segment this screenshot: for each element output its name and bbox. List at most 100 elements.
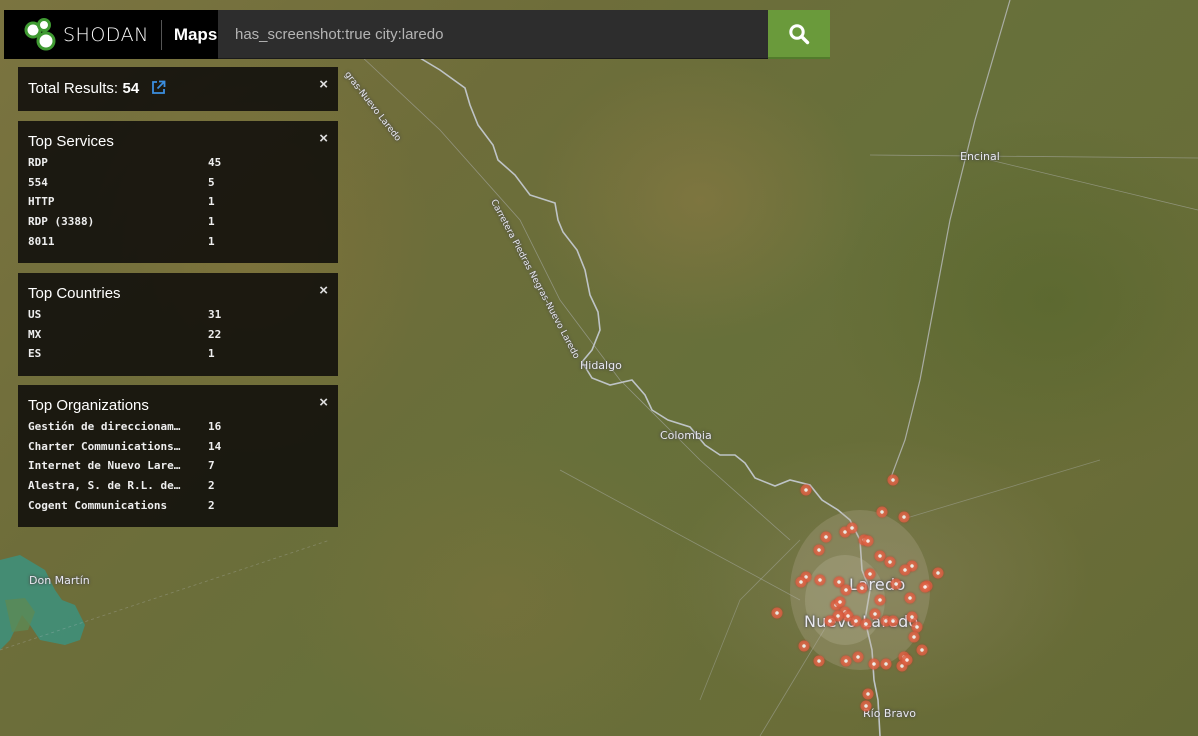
stat-key: Gestión de direccionam… bbox=[28, 420, 181, 434]
stat-value: 2 bbox=[208, 479, 215, 493]
stat-key: Internet de Nuevo Lare… bbox=[28, 459, 181, 473]
result-marker[interactable] bbox=[862, 535, 874, 547]
stat-row[interactable]: 554 5 bbox=[28, 173, 328, 193]
result-marker[interactable] bbox=[860, 618, 872, 630]
result-marker[interactable] bbox=[899, 564, 911, 576]
road bbox=[699, 539, 801, 701]
stat-key: Charter Communications… bbox=[28, 439, 181, 453]
stat-value: 1 bbox=[208, 195, 215, 209]
stat-value: 2 bbox=[208, 498, 215, 512]
stat-row[interactable]: Gestión de direccionam… 16 bbox=[28, 417, 328, 437]
total-results-label: Total Results: bbox=[28, 80, 119, 97]
result-marker[interactable] bbox=[898, 511, 910, 523]
result-marker[interactable] bbox=[932, 567, 944, 579]
stat-row[interactable]: RDP (3388) 1 bbox=[28, 212, 328, 232]
road bbox=[899, 459, 1101, 521]
stat-value: 16 bbox=[208, 420, 222, 434]
result-marker[interactable] bbox=[852, 651, 864, 663]
stat-row[interactable]: 8011 1 bbox=[28, 231, 328, 251]
stat-value: 7 bbox=[208, 459, 215, 473]
stat-key: 554 bbox=[28, 175, 48, 189]
external-link-icon[interactable] bbox=[151, 80, 166, 100]
stat-row[interactable]: Cogent Communications 2 bbox=[28, 495, 328, 515]
result-marker[interactable] bbox=[904, 592, 916, 604]
result-marker[interactable] bbox=[916, 644, 928, 656]
result-marker[interactable] bbox=[795, 576, 807, 588]
top-countries-panel: Top Countries × US 31 MX 22 ES 1 bbox=[18, 273, 338, 376]
road bbox=[359, 54, 791, 541]
road bbox=[889, 0, 1011, 481]
result-marker[interactable] bbox=[884, 556, 896, 568]
road bbox=[869, 154, 1198, 159]
result-marker[interactable] bbox=[840, 584, 852, 596]
close-icon[interactable]: × bbox=[319, 395, 328, 410]
result-marker[interactable] bbox=[868, 658, 880, 670]
result-marker[interactable] bbox=[814, 574, 826, 586]
close-icon[interactable]: × bbox=[319, 131, 328, 146]
stat-row[interactable]: Alestra, S. de R.L. de… 2 bbox=[28, 476, 328, 496]
stat-value: 14 bbox=[208, 439, 222, 453]
result-marker[interactable] bbox=[856, 582, 868, 594]
map-label-colombia: Colombia bbox=[660, 429, 712, 442]
shodan-logo-icon bbox=[24, 17, 58, 52]
result-marker[interactable] bbox=[919, 581, 931, 593]
result-marker[interactable] bbox=[890, 578, 902, 590]
search-input[interactable] bbox=[235, 25, 768, 43]
result-marker[interactable] bbox=[860, 700, 872, 712]
result-marker[interactable] bbox=[901, 654, 913, 666]
result-marker[interactable] bbox=[876, 506, 888, 518]
stat-value: 45 bbox=[208, 156, 222, 170]
road bbox=[989, 159, 1198, 211]
result-marker[interactable] bbox=[846, 522, 858, 534]
panel-title: Top Organizations bbox=[28, 397, 149, 414]
stat-row[interactable]: US 31 bbox=[28, 305, 328, 325]
result-marker[interactable] bbox=[813, 655, 825, 667]
result-marker[interactable] bbox=[813, 544, 825, 556]
search-button[interactable] bbox=[768, 10, 830, 59]
stat-row[interactable]: Internet de Nuevo Lare… 7 bbox=[28, 456, 328, 476]
result-marker[interactable] bbox=[840, 655, 852, 667]
result-marker[interactable] bbox=[864, 568, 876, 580]
map-label-hidalgo: Hidalgo bbox=[580, 359, 622, 372]
stat-key: 8011 bbox=[28, 234, 55, 248]
stat-row[interactable]: MX 22 bbox=[28, 325, 328, 345]
stat-row[interactable]: RDP 45 bbox=[28, 153, 328, 173]
result-marker[interactable] bbox=[869, 608, 881, 620]
result-marker[interactable] bbox=[908, 631, 920, 643]
total-results-panel: Total Results: 54 × bbox=[18, 67, 338, 111]
result-marker[interactable] bbox=[862, 688, 874, 700]
stat-key: MX bbox=[28, 327, 42, 341]
stat-row[interactable]: Charter Communications… 14 bbox=[28, 437, 328, 457]
panel-title: Top Countries bbox=[28, 285, 121, 302]
result-marker[interactable] bbox=[820, 531, 832, 543]
result-marker[interactable] bbox=[800, 484, 812, 496]
top-organizations-panel: Top Organizations × Gestión de direccion… bbox=[18, 385, 338, 527]
stat-key: HTTP bbox=[28, 195, 55, 209]
map-label-don-martin: Don Martín bbox=[29, 574, 90, 587]
stat-value: 1 bbox=[208, 234, 215, 248]
result-marker[interactable] bbox=[798, 640, 810, 652]
stat-key: US bbox=[28, 308, 42, 322]
result-marker[interactable] bbox=[874, 594, 886, 606]
panel-title: Top Services bbox=[28, 133, 114, 150]
close-icon[interactable]: × bbox=[319, 283, 328, 298]
search-icon bbox=[789, 23, 810, 44]
result-marker[interactable] bbox=[880, 658, 892, 670]
result-marker[interactable] bbox=[824, 615, 836, 627]
header: Shodan Maps bbox=[4, 10, 830, 59]
close-icon[interactable]: × bbox=[319, 77, 328, 92]
brand-name: Shodan bbox=[63, 23, 149, 46]
brand-product: Maps bbox=[173, 24, 218, 44]
result-marker[interactable] bbox=[887, 474, 899, 486]
stat-key: ES bbox=[28, 347, 42, 361]
road bbox=[559, 469, 801, 601]
map-label-rio-bravo: Río Bravo bbox=[863, 707, 916, 720]
stat-value: 22 bbox=[208, 327, 222, 341]
stat-row[interactable]: HTTP 1 bbox=[28, 192, 328, 212]
result-marker[interactable] bbox=[771, 607, 783, 619]
stat-row[interactable]: ES 1 bbox=[28, 344, 328, 364]
result-marker[interactable] bbox=[887, 615, 899, 627]
stat-key: Alestra, S. de R.L. de… bbox=[28, 479, 181, 493]
brand[interactable]: Shodan Maps bbox=[4, 10, 218, 59]
total-results-count: 54 bbox=[122, 80, 140, 97]
